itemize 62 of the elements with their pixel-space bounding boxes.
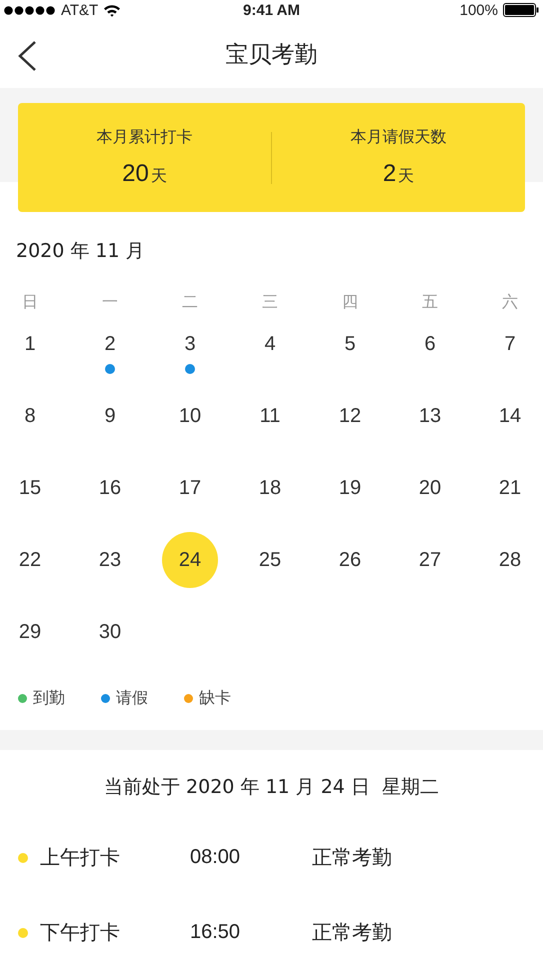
calendar-day[interactable]: 27 [402, 532, 458, 588]
calendar-day[interactable]: 3 [162, 316, 218, 372]
legend-label: 缺卡 [199, 688, 231, 708]
calendar-day[interactable]: 13 [402, 388, 458, 444]
weekday-label: 一 [101, 291, 119, 313]
battery-percent: 100% [460, 2, 498, 18]
battery-icon [503, 3, 539, 17]
calendar-day[interactable]: 4 [242, 316, 298, 372]
stat-value: 2 [382, 160, 396, 188]
record-status: 正常考勤 [312, 919, 392, 946]
stat-label: 本月累计打卡 [96, 127, 192, 148]
calendar-day[interactable]: 14 [482, 388, 538, 444]
calendar-day[interactable]: 24 [162, 532, 218, 588]
calendar-day[interactable]: 12 [322, 388, 378, 444]
calendar-day[interactable]: 22 [2, 532, 58, 588]
calendar-day[interactable]: 2 [82, 316, 138, 372]
calendar-day[interactable]: 29 [2, 604, 58, 660]
stat-value: 20 [122, 160, 149, 188]
calendar-day[interactable]: 18 [242, 460, 298, 516]
weekday-label: 四 [341, 291, 359, 313]
calendar-day[interactable]: 10 [162, 388, 218, 444]
carrier-name: AT&T [61, 2, 98, 18]
weekday-label: 六 [501, 291, 519, 313]
legend-label: 请假 [116, 688, 148, 708]
weekday-label: 三 [261, 291, 279, 313]
calendar-day[interactable]: 28 [482, 532, 538, 588]
weekday-label: 二 [181, 291, 199, 313]
weekday-label: 五 [421, 291, 439, 313]
calendar-day[interactable]: 25 [242, 532, 298, 588]
signal-icon [4, 6, 56, 14]
record-status: 正常考勤 [312, 844, 392, 871]
calendar-day[interactable]: 20 [402, 460, 458, 516]
stat-unit: 天 [150, 166, 167, 187]
record-time: 08:00 [190, 846, 242, 869]
record-label: 下午打卡 [40, 919, 121, 946]
clock-time: 9:41 AM [243, 2, 300, 18]
calendar-day[interactable]: 26 [322, 532, 378, 588]
stat-unit: 天 [398, 166, 414, 187]
calendar-day[interactable]: 8 [2, 388, 58, 444]
calendar-day[interactable]: 23 [82, 532, 138, 588]
record-label: 上午打卡 [40, 844, 121, 871]
calendar-day[interactable]: 11 [242, 388, 298, 444]
legend-label: 到勤 [33, 688, 65, 708]
back-icon[interactable] [16, 40, 38, 72]
calendar-day[interactable]: 21 [482, 460, 538, 516]
calendar-day[interactable]: 6 [402, 316, 458, 372]
record-time: 16:50 [190, 921, 242, 944]
calendar-day[interactable]: 15 [2, 460, 58, 516]
wifi-icon [103, 4, 122, 16]
month-title: 2020 年 11 月 [15, 239, 146, 264]
current-date: 当前处于 2020 年 11 月 24 日 星期二 [102, 775, 440, 800]
calendar-day[interactable]: 16 [82, 460, 138, 516]
calendar-day[interactable]: 9 [82, 388, 138, 444]
calendar-day[interactable]: 1 [2, 316, 58, 372]
calendar-day[interactable]: 7 [482, 316, 538, 372]
weekday-label: 日 [21, 291, 39, 313]
calendar-day[interactable]: 30 [82, 604, 138, 660]
calendar-day[interactable]: 5 [322, 316, 378, 372]
stat-label: 本月请假天数 [350, 127, 446, 148]
page-title: 宝贝考勤 [226, 40, 318, 70]
calendar-day[interactable]: 17 [162, 460, 218, 516]
calendar-day[interactable]: 19 [322, 460, 378, 516]
